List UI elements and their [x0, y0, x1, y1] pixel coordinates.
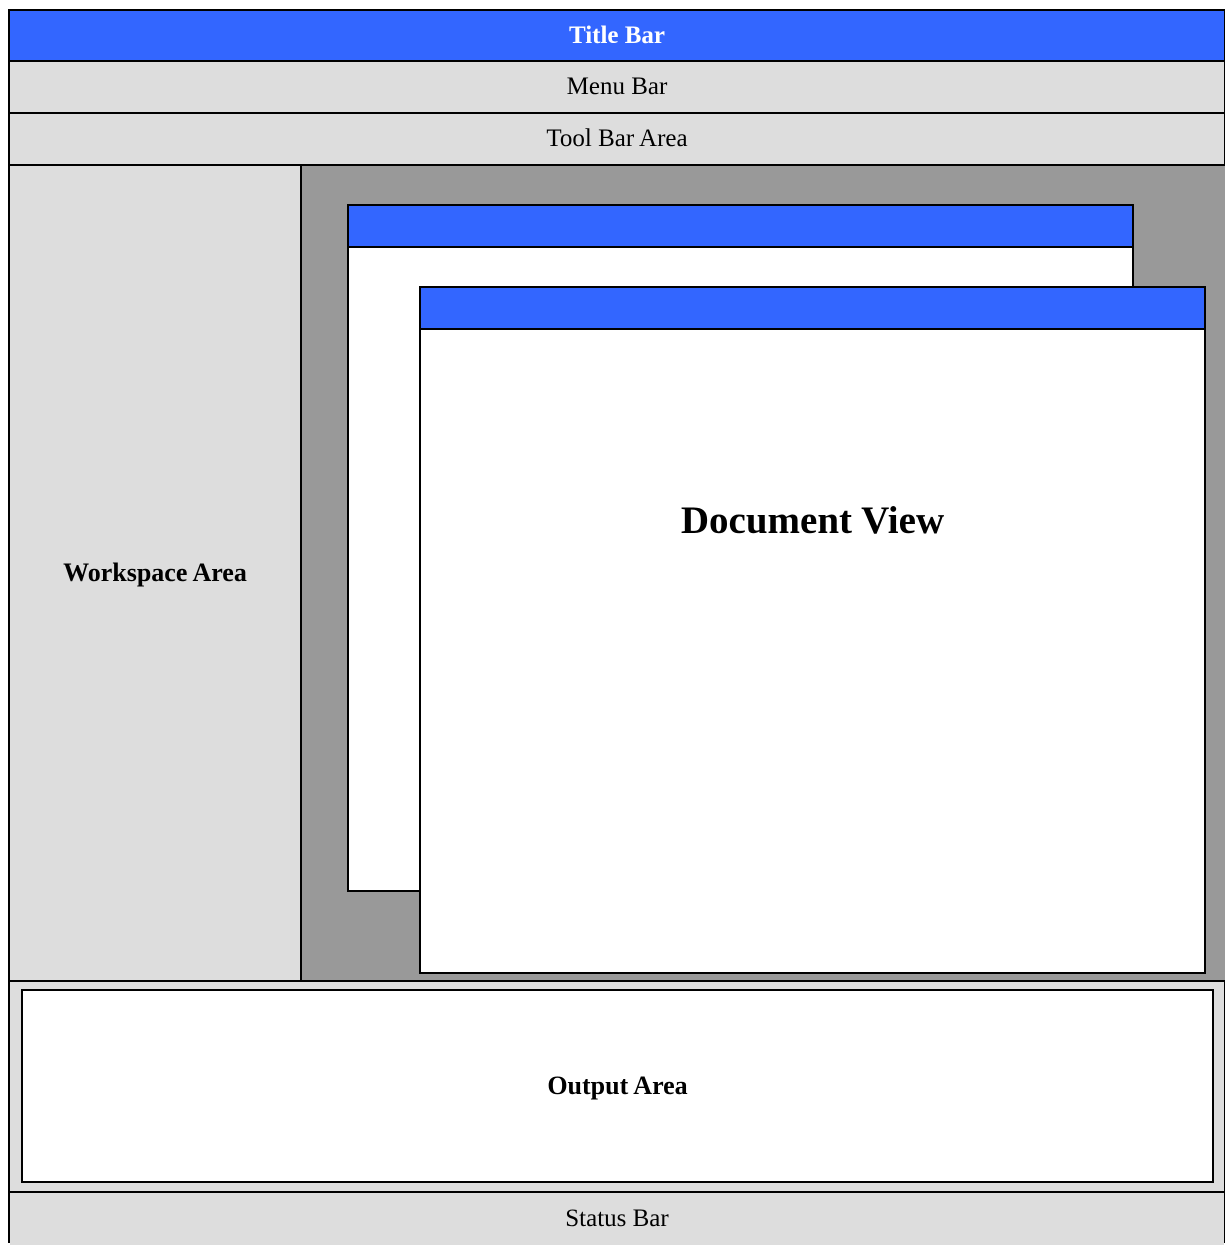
menu-bar-label: Menu Bar [566, 73, 668, 100]
document-window-front-title-bar [421, 288, 1204, 330]
output-area: Output Area [21, 989, 1214, 1183]
workspace-area: Workspace Area [10, 166, 302, 982]
document-window-front: Document View [419, 286, 1206, 974]
menu-bar: Menu Bar [10, 62, 1224, 114]
status-bar-label: Status Bar [565, 1205, 669, 1232]
application-window: Title Bar Menu Bar Tool Bar Area Workspa… [8, 9, 1225, 1245]
workspace-area-label: Workspace Area [63, 558, 247, 587]
status-bar: Status Bar [10, 1193, 1224, 1245]
tool-bar-label: Tool Bar Area [546, 125, 688, 152]
document-view-label: Document View [680, 499, 945, 542]
document-window-back-title-bar [349, 206, 1132, 248]
output-area-label: Output Area [547, 1071, 688, 1100]
tool-bar: Tool Bar Area [10, 114, 1224, 166]
document-area: Document View [302, 166, 1225, 982]
title-bar: Title Bar [10, 11, 1224, 62]
output-panel: Output Area [10, 982, 1224, 1193]
title-bar-label: Title Bar [568, 21, 666, 49]
